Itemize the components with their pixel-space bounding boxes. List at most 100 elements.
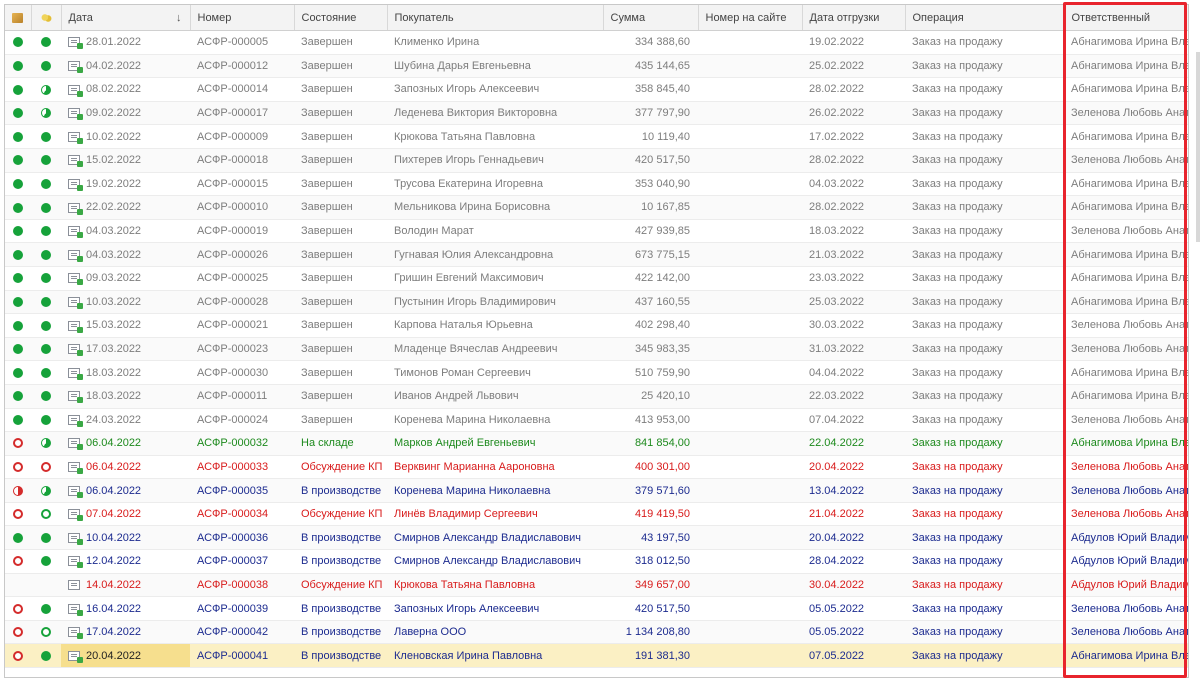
payment-cell xyxy=(31,195,61,220)
posted-document-icon xyxy=(68,155,83,168)
customer-cell: Кленовская Ирина Павловна xyxy=(387,643,603,669)
status-done-icon xyxy=(41,60,51,71)
table-row[interactable]: 18.03.2022 АСФР-000011 Завершен Иванов Андр… xyxy=(5,384,1188,409)
table-row[interactable]: 22.02.2022 АСФР-000010 Завершен Мельникова … xyxy=(5,195,1188,220)
status-done-icon xyxy=(41,556,51,567)
column-header-responsible[interactable]: Ответственный xyxy=(1064,5,1188,31)
sum-cell: 420 517,50 xyxy=(603,596,698,621)
column-header-date[interactable]: Дата ↓ xyxy=(61,5,191,31)
column-header-payment[interactable] xyxy=(31,5,62,31)
state-cell: Обсуждение КП xyxy=(294,573,387,598)
table-row[interactable]: 07.04.2022 АСФР-000034 Обсуждение КП Линёв … xyxy=(5,502,1188,527)
ship-date-cell: 25.02.2022 xyxy=(802,54,905,79)
table-row[interactable]: 20.04.2022 АСФР-000041 В производстве Клено… xyxy=(5,643,1188,669)
status-done-icon xyxy=(41,414,51,425)
column-header-state[interactable]: Состояние xyxy=(294,5,388,31)
table-row[interactable]: 06.04.2022 АСФР-000032 На складе Марков Анд… xyxy=(5,431,1188,456)
table-row[interactable]: 18.03.2022 АСФР-000030 Завершен Тимонов Ром… xyxy=(5,360,1188,385)
column-header-number[interactable]: Номер xyxy=(190,5,295,31)
state-cell: В производстве xyxy=(294,525,387,551)
date-cell: 18.03.2022 xyxy=(61,360,190,385)
customer-cell: Крюкова Татьяна Павловна xyxy=(387,124,603,149)
sum-cell: 402 298,40 xyxy=(603,313,698,338)
number-cell: АСФР-000009 xyxy=(190,124,294,149)
status-cell xyxy=(5,54,31,79)
column-header-operation[interactable]: Операция xyxy=(905,5,1065,31)
table-row[interactable]: 10.02.2022 АСФР-000009 Завершен Крюкова Тат… xyxy=(5,124,1188,149)
table-row[interactable]: 15.03.2022 АСФР-000021 Завершен Карпова Нат… xyxy=(5,313,1188,338)
table-row[interactable]: 06.04.2022 АСФР-000033 Обсуждение КП Веркви… xyxy=(5,455,1188,480)
column-header-site-number[interactable]: Номер на сайте xyxy=(698,5,803,31)
ship-date-cell: 13.04.2022 xyxy=(802,478,905,503)
table-row[interactable]: 09.02.2022 АСФР-000017 Завершен Леденева Ви… xyxy=(5,101,1188,126)
customer-cell: Мельникова Ирина Борисовна xyxy=(387,195,603,220)
table-row[interactable]: 06.04.2022 АСФР-000035 В производстве Корен… xyxy=(5,478,1188,503)
responsible-cell: Абнагимова Ирина Владимировна xyxy=(1064,242,1188,267)
operation-cell: Заказ на продажу xyxy=(905,77,1064,102)
status-cell xyxy=(5,124,31,149)
table-row[interactable]: 15.02.2022 АСФР-000018 Завершен Пихтерев Иг… xyxy=(5,148,1188,173)
column-header-ship-date[interactable]: Дата отгрузки xyxy=(802,5,906,31)
status-cell xyxy=(5,384,31,409)
status-cell xyxy=(5,360,31,385)
table-row[interactable]: 17.04.2022 АСФР-000042 В производстве Лавер… xyxy=(5,620,1188,645)
status-cell xyxy=(5,408,31,433)
responsible-cell: Зеленова Любовь Анатольевна xyxy=(1064,478,1188,503)
operation-cell: Заказ на продажу xyxy=(905,195,1064,220)
responsible-cell: Абдулов Юрий Владимирович xyxy=(1064,525,1188,551)
posted-document-icon xyxy=(68,650,83,663)
customer-cell: Иванов Андрей Львович xyxy=(387,384,603,409)
table-row[interactable]: 28.01.2022 АСФР-000005 Завершен Клименко Ир… xyxy=(5,30,1188,55)
ship-date-cell: 26.02.2022 xyxy=(802,101,905,126)
sum-cell: 318 012,50 xyxy=(603,549,698,574)
status-cell xyxy=(5,172,31,197)
table-row[interactable]: 16.04.2022 АСФР-000039 В производстве Запоз… xyxy=(5,596,1188,621)
customer-cell: Запозных Игорь Алексеевич xyxy=(387,77,603,102)
number-cell: АСФР-000018 xyxy=(190,148,294,173)
column-header-status[interactable] xyxy=(5,5,32,31)
table-row[interactable]: 04.03.2022 АСФР-000026 Завершен Гугнавая Юл… xyxy=(5,242,1188,267)
status-done-icon xyxy=(13,391,23,402)
site-number-cell xyxy=(698,148,802,173)
status-done-icon xyxy=(13,226,23,237)
state-cell: Завершен xyxy=(294,408,387,433)
table-row[interactable]: 04.03.2022 АСФР-000019 Завершен Володин Мар… xyxy=(5,219,1188,244)
operation-cell: Заказ на продажу xyxy=(905,101,1064,126)
table-row[interactable]: 12.04.2022 АСФР-000037 В производстве Смирн… xyxy=(5,549,1188,574)
table-row[interactable]: 19.02.2022 АСФР-000015 Завершен Трусова Ека… xyxy=(5,172,1188,197)
ship-date-cell: 05.05.2022 xyxy=(802,596,905,621)
date-cell: 19.02.2022 xyxy=(61,172,190,197)
ship-date-cell: 05.05.2022 xyxy=(802,620,905,645)
column-header-sum[interactable]: Сумма xyxy=(603,5,699,31)
state-cell: Завершен xyxy=(294,219,387,244)
status-done-icon xyxy=(41,273,51,284)
table-row[interactable]: 04.02.2022 АСФР-000012 Завершен Шубина Дарь… xyxy=(5,54,1188,79)
table-row[interactable]: 17.03.2022 АСФР-000023 Завершен Младенце Вя… xyxy=(5,337,1188,362)
state-cell: Завершен xyxy=(294,290,387,315)
posted-document-icon xyxy=(68,131,83,144)
status-done-icon xyxy=(13,532,23,543)
sum-cell: 349 657,00 xyxy=(603,573,698,598)
customer-cell: Верквинг Марианна Аароновна xyxy=(387,455,603,480)
operation-cell: Заказ на продажу xyxy=(905,172,1064,197)
sum-cell: 10 167,85 xyxy=(603,195,698,220)
status-partial-icon xyxy=(41,438,51,449)
posted-document-icon xyxy=(68,296,83,309)
status-done-icon xyxy=(13,296,23,307)
column-header-customer[interactable]: Покупатель xyxy=(387,5,604,31)
table-row[interactable]: 10.03.2022 АСФР-000028 Завершен Пустынин Иг… xyxy=(5,290,1188,315)
payment-cell xyxy=(31,266,61,291)
number-cell: АСФР-000005 xyxy=(190,30,294,55)
table-row[interactable]: 24.03.2022 АСФР-000024 Завершен Коренева Ма… xyxy=(5,408,1188,433)
site-number-cell xyxy=(698,431,802,456)
table-row[interactable]: 08.02.2022 АСФР-000014 Завершен Запозных Иг… xyxy=(5,77,1188,102)
status-open-icon xyxy=(13,509,23,520)
ship-date-cell: 23.03.2022 xyxy=(802,266,905,291)
site-number-cell xyxy=(698,455,802,480)
table-row[interactable]: 14.04.2022 АСФР-000038 Обсуждение КП Крюков… xyxy=(5,573,1188,598)
customer-cell: Марков Андрей Евгеньевич xyxy=(387,431,603,456)
date-cell: 06.04.2022 xyxy=(61,431,190,456)
table-row[interactable]: 09.03.2022 АСФР-000025 Завершен Гришин Евге… xyxy=(5,266,1188,291)
responsible-cell: Зеленова Любовь Анатольевна xyxy=(1064,502,1188,527)
table-row[interactable]: 10.04.2022 АСФР-000036 В производстве Смирн… xyxy=(5,525,1188,551)
